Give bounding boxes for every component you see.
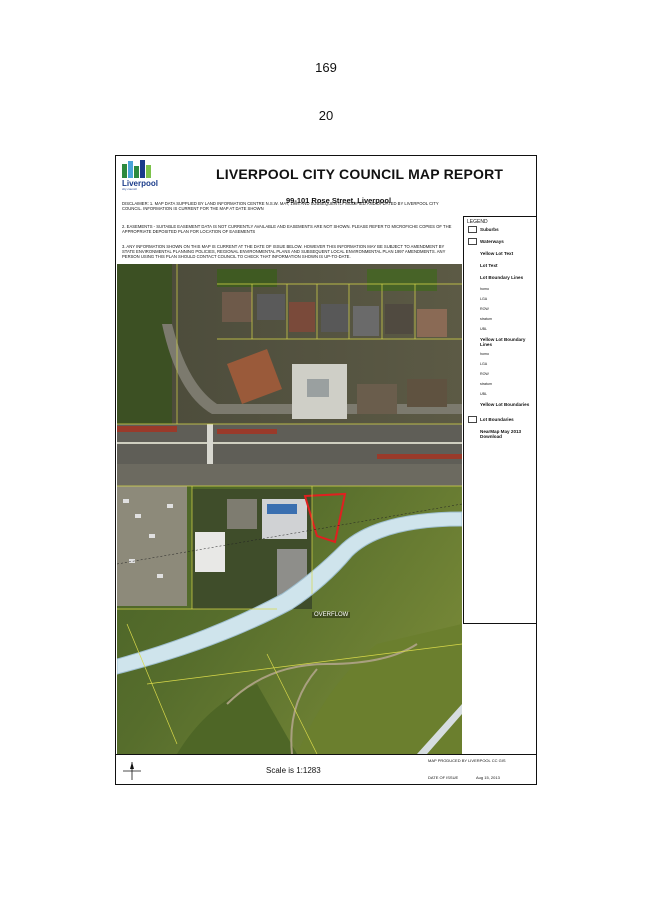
legend-item: Lot Boundary Lines [480, 275, 524, 280]
legend-swatch [468, 238, 477, 245]
aerial-map: OVERFLOW [117, 264, 462, 754]
council-logo: Liverpool city council [120, 160, 180, 191]
legend-item: Waterways [480, 239, 504, 244]
legend-item: ROW [480, 307, 489, 311]
map-footer: Scale is 1:1283 MAP PRODUCED BY LIVERPOO… [116, 754, 536, 785]
produced-by: MAP PRODUCED BY LIVERPOOL CC GIS [428, 758, 506, 763]
legend-swatch [468, 416, 477, 423]
legend-item: LGA [480, 297, 488, 301]
legend-item: Yellow Lot Text [480, 251, 514, 256]
report-title: LIVERPOOL CITY COUNCIL MAP REPORT [216, 166, 504, 182]
legend-item: UBL [480, 392, 487, 396]
legend-item: Yellow Lot Boundaries [480, 402, 530, 407]
page-number-sub: 20 [318, 108, 334, 123]
map-report-frame: Liverpool city council LIVERPOOL CITY CO… [115, 155, 537, 785]
map-legend: LEGEND Suburbs Waterways Yellow Lot Text Lo… [463, 216, 536, 624]
logo-mark-icon [122, 160, 151, 178]
legend-item: LGA [480, 362, 488, 366]
page-number-top: 169 [315, 60, 337, 75]
legend-swatch [468, 226, 477, 233]
legend-item: stratum [480, 317, 492, 321]
legend-item: stratum [480, 382, 492, 386]
legend-item: Yellow Lot Boundary Lines [480, 337, 526, 347]
disclaimer-1: DISCLAIMER: 1. MAP DATA SUPPLIED BY LAND… [122, 201, 439, 211]
legend-item: homo [480, 287, 489, 291]
legend-item: NearMap May 2013 Download [480, 429, 522, 439]
legend-item: ROW [480, 372, 489, 376]
legend-item: homo [480, 352, 489, 356]
issue-date: Aug 15, 2013 [476, 775, 500, 780]
logo-subtext: city council [122, 187, 137, 191]
issue-date-label: DATE OF ISSUE [428, 775, 459, 780]
map-scale: Scale is 1:1283 [266, 766, 321, 775]
north-arrow-icon [123, 762, 141, 780]
legend-item: Lot Boundaries [480, 417, 514, 422]
disclaimer-3: 3. ANY INFORMATION SHOWN ON THIS MAP IS … [122, 244, 446, 259]
disclaimer-2: 2. EASEMENTS - SUITABLE EASEMENT DATA IS… [122, 224, 452, 234]
legend-item: Suburbs [480, 227, 499, 232]
map-lot-label: OVERFLOW [312, 612, 351, 618]
legend-item: UBL [480, 327, 487, 331]
aerial-imagery [117, 264, 462, 754]
legend-item: Lot Text [480, 263, 498, 268]
legend-title: LEGEND [467, 219, 488, 225]
